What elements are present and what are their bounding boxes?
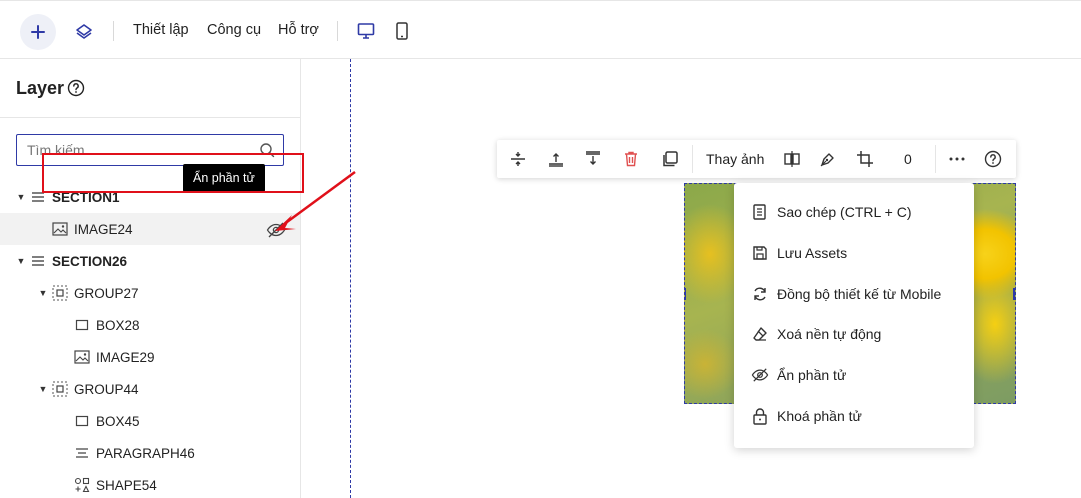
group-icon [52,381,68,397]
element-help-button[interactable] [983,149,1003,169]
context-menu-item[interactable]: Xoá nền tự động [734,316,974,352]
box-icon [74,413,90,429]
layers-icon [76,24,92,39]
replace-image-button[interactable]: Thay ảnh [706,151,764,167]
trash-icon [625,151,637,167]
layer-label: BOX28 [96,317,140,333]
align-top-icon [549,153,563,167]
layer-tree-row[interactable]: ▼ GROUP44 [0,373,300,405]
desktop-view-button[interactable] [355,20,377,42]
element-toolbar: Thay ảnh 0 [497,140,1016,178]
context-menu-label: Sao chép (CTRL + C) [777,204,912,220]
toolbar-divider [935,145,936,173]
align-bottom-button[interactable] [583,149,603,169]
canvas-guide-line [350,59,351,498]
layer-tree-row[interactable]: ▼ GROUP27 [0,277,300,309]
layer-label: IMAGE24 [74,221,133,237]
desktop-icon [357,23,375,39]
toolbar-divider [113,21,114,41]
layers-button[interactable] [72,20,96,44]
context-menu-label: Ẩn phần tử [777,367,847,384]
context-menu-label: Khoá phần tử [777,408,862,424]
caret-down-icon[interactable]: ▼ [38,288,48,298]
group-icon [52,285,68,301]
sync-icon [751,285,769,303]
eye-off-icon [751,366,769,384]
flip-button[interactable] [782,149,802,169]
toolbar-divider [692,145,693,173]
paragraph-icon [74,445,90,461]
mobile-icon [396,22,408,40]
layer-tree-row[interactable]: BOX28 [0,309,300,341]
menu-settings[interactable]: Thiết lập [133,22,189,38]
layer-label: BOX45 [96,413,140,429]
save-icon [751,244,769,262]
align-bottom-icon [586,151,600,165]
layer-label: SHAPE54 [96,477,157,493]
crop-icon [857,151,873,167]
layer-tree-row[interactable]: BOX45 [0,405,300,437]
menu-tools[interactable]: Công cụ [207,22,261,38]
context-menu-label: Đồng bộ thiết kế từ Mobile [777,285,942,302]
mobile-view-button[interactable] [391,20,413,42]
shape-icon [74,477,90,493]
editor-screen: Thiết lập Công cụ Hỗ trợ Layer ▼SECTION1… [0,0,1081,498]
context-menu-item[interactable]: Ẩn phần tử [734,357,974,393]
layer-panel-header: Layer [0,59,300,118]
align-middle-button[interactable] [508,149,528,169]
align-middle-icon [511,152,525,166]
annotation-arrow [275,170,356,231]
layer-tree-row[interactable]: IMAGE24 [0,213,300,245]
image-counter: 0 [904,151,912,167]
layer-label: SECTION26 [52,253,128,269]
caret-down-icon[interactable]: ▼ [16,192,26,202]
eraser-icon [751,325,769,343]
context-menu-item[interactable]: Lưu Assets [734,235,974,271]
align-top-button[interactable] [546,149,566,169]
plus-icon [31,25,45,39]
layer-label: PARAGRAPH46 [96,445,195,461]
edit-image-button[interactable] [818,149,838,169]
duplicate-button[interactable] [660,149,680,169]
lock-icon [751,407,769,425]
context-menu-label: Xoá nền tự động [777,326,882,343]
toolbar-divider [337,21,338,41]
copy-icon [751,203,769,221]
layer-tree-row[interactable]: PARAGRAPH46 [0,437,300,469]
section-icon [30,253,46,269]
layer-label: GROUP44 [74,381,139,397]
layer-label: IMAGE29 [96,349,155,365]
box-icon [74,317,90,333]
resize-handle[interactable] [1013,288,1015,300]
context-menu-item[interactable]: Sao chép (CTRL + C) [734,194,974,230]
flip-icon [784,151,800,167]
context-menu-item[interactable]: Đồng bộ thiết kế từ Mobile [734,276,974,312]
layer-label: GROUP27 [74,285,139,301]
more-options-button[interactable] [947,149,967,169]
panel-title: Layer [16,78,65,98]
top-toolbar: Thiết lập Công cụ Hỗ trợ [0,0,1081,59]
menu-support[interactable]: Hỗ trợ [278,22,319,38]
resize-handle[interactable] [685,288,686,300]
layer-tree-row[interactable]: SHAPE54 [0,469,300,498]
layer-tree-row[interactable]: ▼ SECTION26 [0,245,300,277]
image-icon [52,221,68,237]
context-menu-label: Lưu Assets [777,244,848,261]
crop-button[interactable] [855,149,875,169]
add-element-button[interactable] [20,14,56,50]
image-icon [74,349,90,365]
pen-icon [820,153,834,167]
duplicate-icon [663,151,678,167]
delete-button[interactable] [621,149,641,169]
help-icon [984,150,1002,168]
more-dots-icon [949,157,965,161]
help-icon[interactable] [67,79,85,97]
layer-tree-row[interactable]: IMAGE29 [0,341,300,373]
context-menu: Sao chép (CTRL + C) Lưu Assets Đồng bộ thi… [734,183,974,448]
caret-down-icon[interactable]: ▼ [16,256,26,266]
context-menu-item[interactable]: Khoá phần tử [734,398,974,434]
caret-down-icon[interactable]: ▼ [38,384,48,394]
